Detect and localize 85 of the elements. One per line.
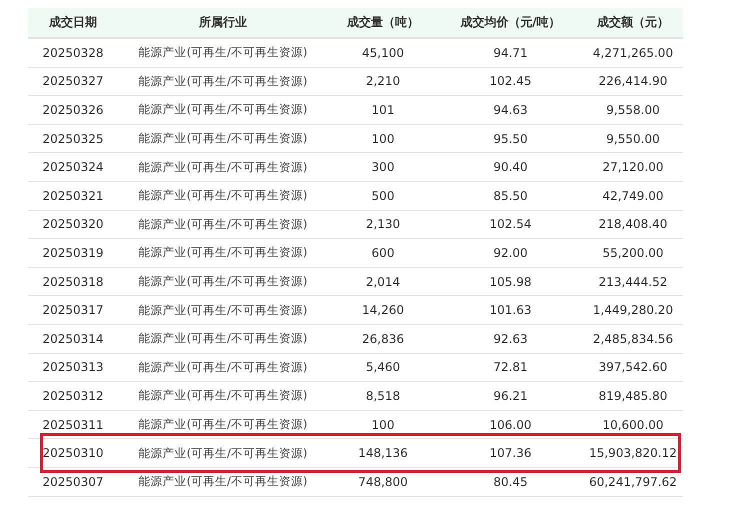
table-cell: 能源产业(可再生/不可再生资源) (138, 245, 308, 260)
table-cell: 20250324 (42, 160, 104, 174)
table-cell: 20250326 (42, 102, 104, 117)
table-cell: 14,260 (362, 303, 404, 318)
table-cell: 8,518 (366, 388, 400, 403)
table-cell: 748,800 (358, 474, 408, 489)
table-cell: 4,271,265.00 (592, 46, 674, 60)
table-cell: 能源产业(可再生/不可再生资源) (138, 360, 308, 375)
table-cell: 94.63 (493, 102, 528, 117)
table-cell: 能源产业(可再生/不可再生资源) (138, 302, 308, 318)
table-cell: 85.50 (493, 188, 528, 203)
table-cell: 100 (372, 418, 394, 432)
table-cell: 80.45 (493, 474, 528, 489)
table-cell: 1,449,280.20 (592, 303, 674, 318)
table-cell: 102.45 (490, 74, 532, 88)
table-cell: 20250317 (42, 303, 104, 318)
table-cell: 95.50 (493, 132, 528, 146)
table-cell: 106.00 (490, 418, 532, 432)
table-cell: 20250314 (42, 332, 104, 346)
table-cell: 600 (372, 246, 394, 260)
table-cell: 20250318 (42, 274, 104, 289)
table-cell: 20250328 (42, 46, 104, 60)
table-cell: 94.71 (493, 46, 528, 60)
column-header: 成交量（吨） (347, 14, 419, 31)
table-cell: 20250307 (42, 474, 104, 489)
table-cell: 5,460 (366, 360, 400, 374)
table-cell: 92.63 (493, 332, 528, 346)
table-cell: 27,120.00 (602, 160, 664, 174)
table-cell: 9,558.00 (606, 102, 660, 117)
table-cell: 2,014 (366, 274, 400, 289)
column-header: 成交日期 (49, 14, 97, 31)
table-cell: 能源产业(可再生/不可再生资源) (138, 331, 308, 346)
table-cell: 55,200.00 (602, 246, 664, 260)
table-cell: 26,836 (362, 332, 404, 346)
table-cell: 500 (372, 188, 394, 203)
table-cell: 能源产业(可再生/不可再生资源) (138, 102, 308, 118)
table-cell: 90.40 (493, 160, 528, 174)
table-cell: 101.63 (490, 303, 532, 318)
table-cell: 20250312 (42, 388, 104, 403)
table-cell: 213,444.52 (598, 274, 668, 289)
table-cell: 能源产业(可再生/不可再生资源) (138, 474, 308, 490)
table-cell: 42,749.00 (602, 188, 664, 203)
table-cell: 能源产业(可再生/不可再生资源) (138, 131, 308, 146)
table-cell: 能源产业(可再生/不可再生资源) (138, 388, 308, 404)
table-cell: 45,100 (362, 46, 404, 60)
table-cell: 能源产业(可再生/不可再生资源) (138, 45, 308, 60)
column-header: 成交均价（元/吨） (460, 14, 561, 31)
table-cell: 20250325 (42, 132, 104, 146)
table-cell: 能源产业(可再生/不可再生资源) (138, 274, 308, 290)
table-cell: 92.00 (493, 246, 528, 260)
table-cell: 148,136 (358, 446, 408, 460)
table-cell: 819,485.80 (598, 388, 668, 403)
table-cell: 72.81 (493, 360, 528, 374)
table-cell: 226,414.90 (598, 74, 668, 88)
table-cell: 20250320 (42, 217, 104, 232)
table-cell: 100 (372, 132, 394, 146)
table-cell: 能源产业(可再生/不可再生资源) (138, 446, 308, 461)
table-cell: 20250327 (42, 74, 104, 88)
table-cell: 10,600.00 (602, 418, 664, 432)
table-cell: 397,542.60 (598, 360, 668, 374)
table-cell: 能源产业(可再生/不可再生资源) (138, 160, 308, 175)
table-cell: 218,408.40 (598, 217, 668, 232)
table-cell: 能源产业(可再生/不可再生资源) (138, 216, 308, 232)
table-cell: 101 (372, 102, 394, 117)
table-cell: 96.21 (493, 388, 528, 403)
table-cell: 2,485,834.56 (592, 332, 674, 346)
table-cell: 15,903,820.12 (589, 446, 677, 460)
column-header: 成交额（元） (597, 14, 669, 31)
table-cell: 20250313 (42, 360, 104, 374)
table-cell: 能源产业(可再生/不可再生资源) (138, 188, 308, 204)
table-cell: 20250321 (42, 188, 104, 203)
table-cell: 300 (372, 160, 394, 174)
table-cell: 2,210 (366, 74, 400, 88)
column-header: 所属行业 (199, 14, 247, 31)
table-cell: 20250319 (42, 246, 104, 260)
table-cell: 107.36 (490, 446, 532, 460)
table-cell: 60,241,797.62 (589, 474, 677, 489)
table-cell: 9,550.00 (606, 132, 660, 146)
table-cell: 105.98 (490, 274, 532, 289)
table-cell: 20250311 (42, 418, 104, 432)
table-cell: 能源产业(可再生/不可再生资源) (138, 74, 308, 89)
table-cell: 能源产业(可再生/不可再生资源) (138, 417, 308, 432)
table-cell: 2,130 (366, 217, 400, 232)
table-cell: 20250310 (42, 446, 104, 460)
table-cell: 102.54 (490, 217, 532, 232)
